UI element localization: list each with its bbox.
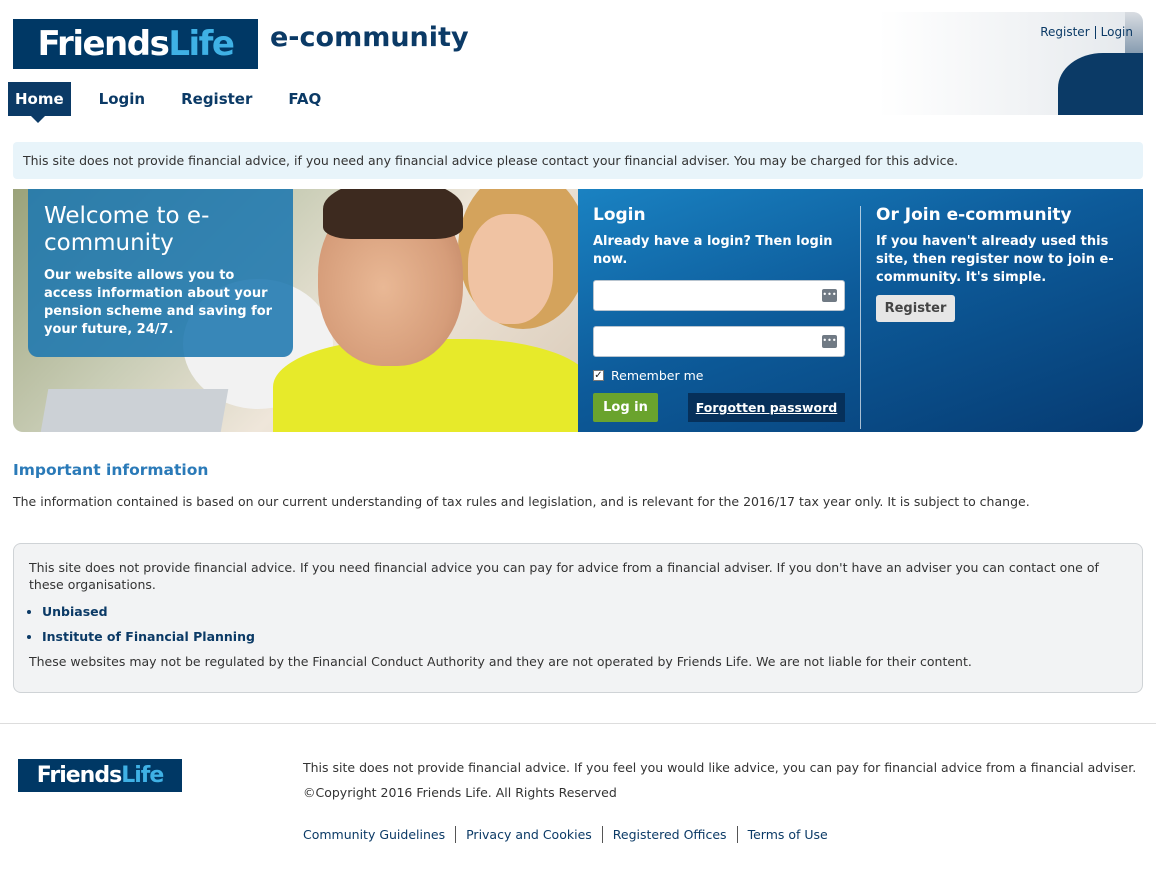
remember-me: ✓ Remember me — [593, 368, 845, 383]
login-panel: Login Already have a login? Then login n… — [578, 189, 1143, 432]
top-register-link[interactable]: Register — [1040, 25, 1089, 39]
advice-intro: This site does not provide financial adv… — [29, 560, 1099, 592]
remember-me-label: Remember me — [611, 368, 704, 383]
organisation-links: Unbiased Institute of Financial Planning — [29, 603, 1127, 645]
advice-notice: This site does not provide financial adv… — [13, 142, 1143, 179]
footer-disclaimer: This site does not provide financial adv… — [303, 760, 1137, 775]
nav-home[interactable]: Home — [8, 82, 71, 123]
footer-terms-of-use-link[interactable]: Terms of Use — [748, 827, 828, 842]
welcome-text: Our website allows you to access informa… — [44, 268, 273, 337]
footer-logo: FriendsLife — [18, 759, 182, 792]
password-input[interactable]: ••• — [593, 326, 845, 357]
remember-me-checkbox[interactable]: ✓ — [593, 370, 604, 381]
footer-registered-offices-link[interactable]: Registered Offices — [613, 827, 727, 842]
login-title: Login — [593, 205, 646, 225]
register-button[interactable]: Register — [876, 295, 955, 322]
login-button[interactable]: Log in — [593, 393, 658, 422]
important-info-text: The information contained is based on ou… — [13, 494, 1030, 509]
join-text: If you haven't already used this site, t… — [876, 234, 1114, 285]
footer-copyright: ©Copyright 2016 Friends Life. All Rights… — [303, 785, 617, 800]
join-column: Or Join e-community If you haven't alrea… — [876, 205, 1126, 322]
login-subtitle: Already have a login? Then login now. — [593, 234, 833, 267]
advice-footnote: These websites may not be regulated by t… — [29, 654, 972, 669]
footer-logo-wordmark: FriendsLife — [36, 762, 165, 788]
main-nav: Home Login Register FAQ — [8, 82, 339, 123]
welcome-title: Welcome to e-community — [44, 203, 210, 256]
footer-links: Community Guidelines Privacy and Cookies… — [303, 826, 828, 843]
hero-banner: Welcome to e-community Our website allow… — [13, 189, 1143, 432]
keyboard-icon: ••• — [822, 289, 837, 302]
site-title: e-community — [270, 22, 469, 53]
top-links: Register Login — [1040, 25, 1133, 39]
friends-life-logo[interactable]: FriendsLife — [13, 19, 258, 69]
username-input[interactable]: ••• — [593, 280, 845, 311]
join-title: Or Join e-community — [876, 205, 1072, 225]
hero-photo: Welcome to e-community Our website allow… — [13, 189, 578, 432]
institute-financial-planning-link[interactable]: Institute of Financial Planning — [42, 628, 1127, 645]
nav-register[interactable]: Register — [163, 82, 270, 116]
important-info-heading: Important information — [13, 461, 209, 479]
panel-divider — [860, 206, 861, 429]
unbiased-link[interactable]: Unbiased — [42, 603, 1127, 620]
top-links-divider — [1094, 25, 1096, 39]
footer-privacy-cookies-link[interactable]: Privacy and Cookies — [466, 827, 592, 842]
footer-community-guidelines-link[interactable]: Community Guidelines — [303, 827, 445, 842]
keyboard-icon: ••• — [822, 335, 837, 348]
footer-divider — [0, 723, 1156, 724]
nav-faq[interactable]: FAQ — [270, 82, 339, 116]
forgotten-password-button[interactable]: Forgotten password — [688, 393, 845, 422]
welcome-box: Welcome to e-community Our website allow… — [28, 189, 293, 357]
top-login-link[interactable]: Login — [1101, 25, 1133, 39]
advice-box: This site does not provide financial adv… — [13, 543, 1143, 693]
logo-wordmark: FriendsLife — [37, 24, 235, 64]
nav-login[interactable]: Login — [81, 82, 163, 116]
login-column: Login Already have a login? Then login n… — [593, 205, 845, 422]
